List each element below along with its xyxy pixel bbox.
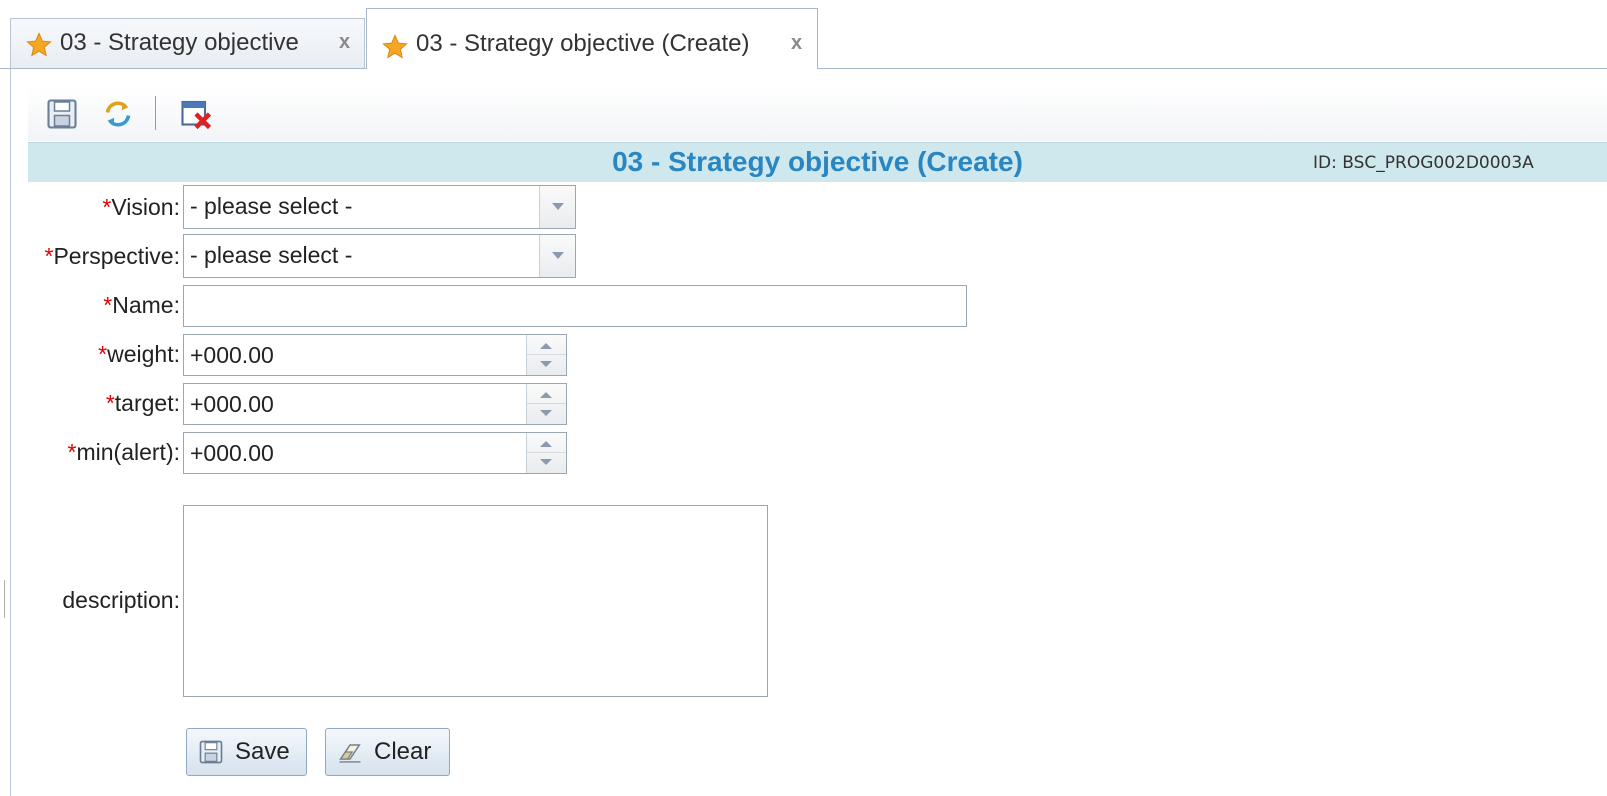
refresh-icon[interactable] <box>100 96 136 132</box>
description-textarea[interactable] <box>183 505 768 697</box>
name-label: *Name: <box>103 292 180 318</box>
chevron-down-icon[interactable] <box>539 235 575 277</box>
panel-border <box>10 69 11 796</box>
decrement-icon[interactable] <box>527 355 566 375</box>
chevron-down-icon[interactable] <box>539 186 575 228</box>
increment-icon[interactable] <box>527 335 566 355</box>
decrement-icon[interactable] <box>527 453 566 473</box>
clear-button-label: Clear <box>374 738 432 765</box>
program-id: ID: BSC_PROG002D0003A <box>1313 153 1534 173</box>
tab-strategy-objective[interactable]: 03 - Strategy objective x <box>10 18 365 68</box>
vision-label: *Vision: <box>102 194 180 220</box>
decrement-icon[interactable] <box>527 404 566 424</box>
perspective-select[interactable]: - please select - <box>183 234 576 278</box>
close-tab-icon[interactable]: x <box>791 32 802 55</box>
save-icon <box>199 740 223 764</box>
weight-label: *weight: <box>98 341 180 367</box>
vision-select[interactable]: - please select - <box>183 185 576 229</box>
close-tab-icon[interactable]: x <box>339 31 350 54</box>
star-icon <box>382 34 408 59</box>
target-stepper[interactable]: +000.00 <box>183 383 567 425</box>
weight-value: +000.00 <box>190 342 274 368</box>
page-header: 03 - Strategy objective (Create) ID: BSC… <box>28 142 1607 182</box>
min-alert-label: *min(alert): <box>67 439 180 465</box>
target-value: +000.00 <box>190 391 274 417</box>
save-button-label: Save <box>235 738 290 765</box>
toolbar <box>28 86 1607 141</box>
name-field[interactable] <box>183 285 967 327</box>
perspective-select-value: - please select - <box>190 242 353 268</box>
splitter-handle[interactable] <box>4 580 5 618</box>
increment-icon[interactable] <box>527 433 566 453</box>
min-alert-stepper[interactable]: +000.00 <box>183 432 567 474</box>
tab-strip: 03 - Strategy objective x 03 - Strategy … <box>0 0 1607 70</box>
star-icon <box>26 32 52 57</box>
save-icon[interactable] <box>44 96 80 132</box>
toolbar-separator <box>155 96 156 130</box>
tab-label: 03 - Strategy objective (Create) <box>416 30 750 57</box>
vision-select-value: - please select - <box>190 193 353 219</box>
close-page-icon[interactable] <box>178 96 214 132</box>
target-label: *target: <box>105 390 180 416</box>
clear-button[interactable]: Clear <box>325 728 450 776</box>
eraser-icon <box>339 744 361 763</box>
save-button[interactable]: Save <box>186 728 307 776</box>
increment-icon[interactable] <box>527 384 566 404</box>
perspective-label: *Perspective: <box>44 243 180 269</box>
tab-label: 03 - Strategy objective <box>60 29 299 56</box>
min-alert-value: +000.00 <box>190 440 274 466</box>
description-label: description: <box>62 587 180 613</box>
weight-stepper[interactable]: +000.00 <box>183 334 567 376</box>
tab-strategy-objective-create[interactable]: 03 - Strategy objective (Create) x <box>366 8 818 69</box>
